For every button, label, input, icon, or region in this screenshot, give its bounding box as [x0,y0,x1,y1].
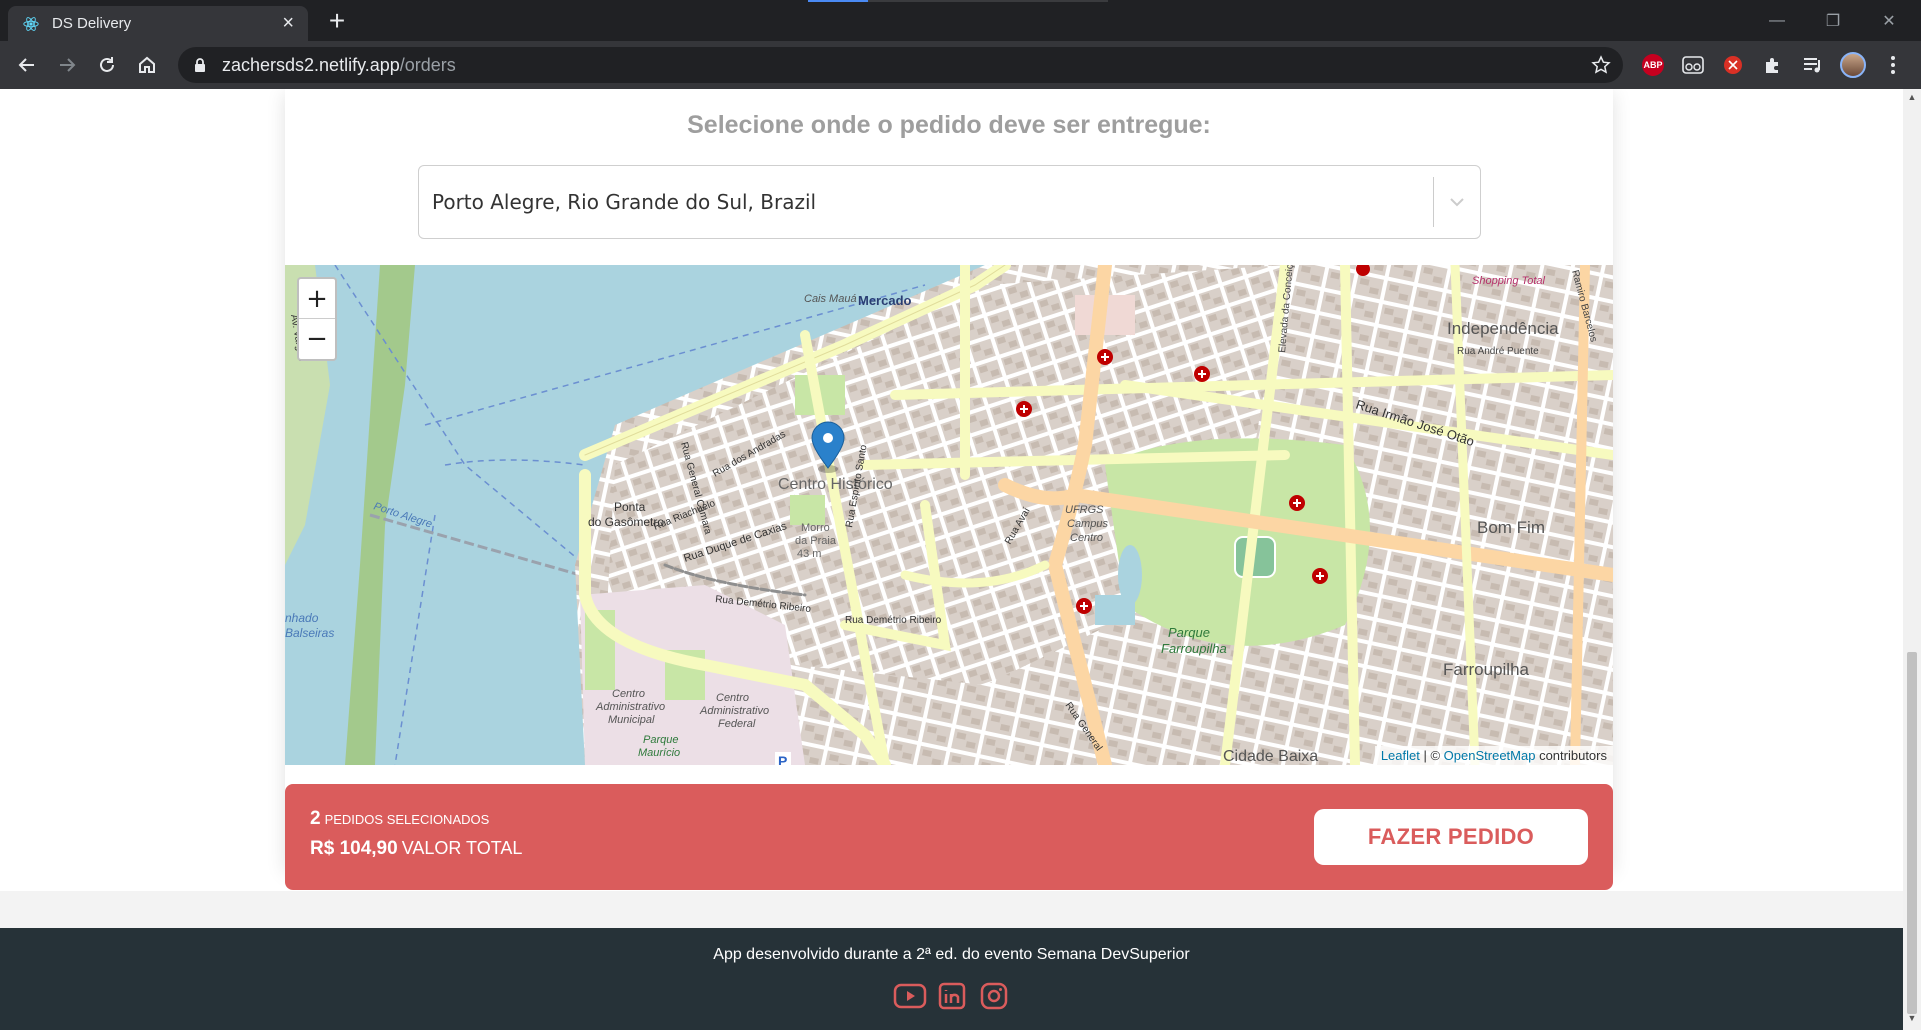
svg-text:Campus: Campus [1067,518,1108,530]
order-summary-bar: 2 PEDIDOS SELECIONADOS R$ 104,90 VALOR TOT… [285,784,1613,890]
youtube-icon[interactable] [893,980,927,1012]
svg-text:Bom Fim: Bom Fim [1477,518,1545,537]
url-path: /orders [399,54,456,75]
page-viewport: Selecione onde o pedido deve ser entregu… [0,89,1903,1030]
back-icon[interactable] [12,50,42,80]
svg-text:Ponta: Ponta [614,500,646,514]
svg-text:Balseiras: Balseiras [285,626,334,640]
extensions-puzzle-icon[interactable] [1760,52,1786,78]
react-favicon-icon [23,16,39,31]
page-scrollbar[interactable]: ▲ ▼ [1903,89,1921,1030]
scrollbar-thumb[interactable] [1907,652,1917,1014]
profile-avatar[interactable] [1840,52,1866,78]
svg-text:Administrativo: Administrativo [699,705,769,717]
svg-text:Federal: Federal [718,718,756,730]
scroll-up-icon[interactable]: ▲ [1907,92,1917,106]
reload-icon[interactable] [92,50,122,80]
browser-menu-icon[interactable] [1880,52,1906,78]
svg-text:Rua Demétrio Ribeiro: Rua Demétrio Ribeiro [845,615,942,626]
svg-text:da Praia: da Praia [795,535,837,547]
svg-text:Parque: Parque [1168,625,1210,640]
address-select[interactable]: Porto Alegre, Rio Grande do Sul, Brazil [418,165,1481,239]
map-tiles[interactable]: Mercado Cais Mauá Shopping Total Indepen… [285,265,1613,765]
svg-text:UFRGS: UFRGS [1065,504,1104,516]
address-select-value: Porto Alegre, Rio Grande do Sul, Brazil [432,190,817,214]
new-tab-icon[interactable]: + [322,6,352,36]
linkedin-icon[interactable] [935,980,969,1012]
media-control-icon[interactable] [1800,52,1826,78]
svg-text:Centro: Centro [1070,532,1103,544]
map-attribution: Leaflet | © OpenStreetMap contributors [1374,746,1613,765]
svg-text:Cais Mauá: Cais Mauá [804,293,857,305]
svg-text:Cidade Baixa: Cidade Baixa [1223,748,1318,765]
total-value: R$ 104,90 [310,838,398,859]
total-value-label: VALOR TOTAL [401,838,523,858]
address-bar[interactable]: zachersds2.netlify.app/orders [178,47,1623,83]
selected-count-line: 2 PEDIDOS SELECIONADOS [310,808,489,830]
extension-red-icon[interactable] [1720,52,1746,78]
openstreetmap-link[interactable]: OpenStreetMap [1444,748,1536,763]
leaflet-link[interactable]: Leaflet [1381,748,1420,763]
delivery-map[interactable]: Mercado Cais Mauá Shopping Total Indepen… [285,265,1613,765]
restore-icon[interactable]: ❐ [1806,0,1860,41]
home-icon[interactable] [132,50,162,80]
svg-text:Independência: Independência [1447,319,1559,338]
svg-text:Shopping Total: Shopping Total [1472,275,1546,287]
svg-text:Parque: Parque [643,734,678,746]
total-value-line: R$ 104,90 VALOR TOTAL [310,838,522,860]
zoom-out-button[interactable]: − [299,319,335,359]
place-order-button[interactable]: FAZER PEDIDO [1314,809,1588,865]
forward-icon[interactable] [52,50,82,80]
svg-text:Rua André Puente: Rua André Puente [1457,346,1539,357]
svg-text:Farroupilha: Farroupilha [1443,660,1530,679]
tab-title: DS Delivery [52,15,132,32]
footer-text: App desenvolvido durante a 2ª ed. do eve… [713,946,1190,963]
svg-text:Centro: Centro [716,692,749,704]
selected-count: 2 [310,808,321,829]
location-title: Selecione onde o pedido deve ser entregu… [687,111,1211,139]
svg-text:P: P [778,753,787,765]
svg-text:Centro: Centro [612,688,645,700]
page-footer: App desenvolvido durante a 2ª ed. do eve… [0,928,1903,1030]
svg-text:Centro Histórico: Centro Histórico [778,476,893,493]
order-location-card: Selecione onde o pedido deve ser entregu… [285,89,1613,890]
svg-text:Mercado: Mercado [858,293,912,308]
close-window-icon[interactable]: ✕ [1862,0,1916,41]
svg-text:nhado: nhado [285,611,319,625]
loading-indicator [808,0,1108,2]
bookmark-star-icon[interactable] [1591,55,1611,75]
lock-icon [195,58,205,72]
social-links [0,980,1903,1012]
minimize-icon[interactable]: — [1750,0,1804,41]
browser-tab[interactable]: DS Delivery × [8,6,308,41]
adblock-extension-icon[interactable]: ABP [1640,52,1666,78]
zoom-in-button[interactable]: + [299,279,335,319]
chevron-down-icon[interactable] [1434,197,1480,207]
browser-tab-strip: DS Delivery × + — ❐ ✕ [0,0,1921,41]
svg-text:Administrativo: Administrativo [595,701,665,713]
svg-text:43 m: 43 m [797,548,821,560]
svg-text:Maurício: Maurício [638,747,680,759]
selected-count-label: PEDIDOS SELECIONADOS [324,812,490,827]
instagram-icon[interactable] [977,980,1011,1012]
reader-extension-icon[interactable] [1680,52,1706,78]
map-zoom-control: + − [297,277,337,361]
tab-close-icon[interactable]: × [282,12,294,35]
svg-text:Municipal: Municipal [608,714,655,726]
browser-toolbar: zachersds2.netlify.app/orders ABP [0,41,1921,89]
svg-text:Morro: Morro [801,522,830,534]
scroll-down-icon[interactable]: ▼ [1907,1013,1917,1027]
svg-text:Farroupilha: Farroupilha [1161,641,1227,656]
url-host: zachersds2.netlify.app [222,54,400,75]
